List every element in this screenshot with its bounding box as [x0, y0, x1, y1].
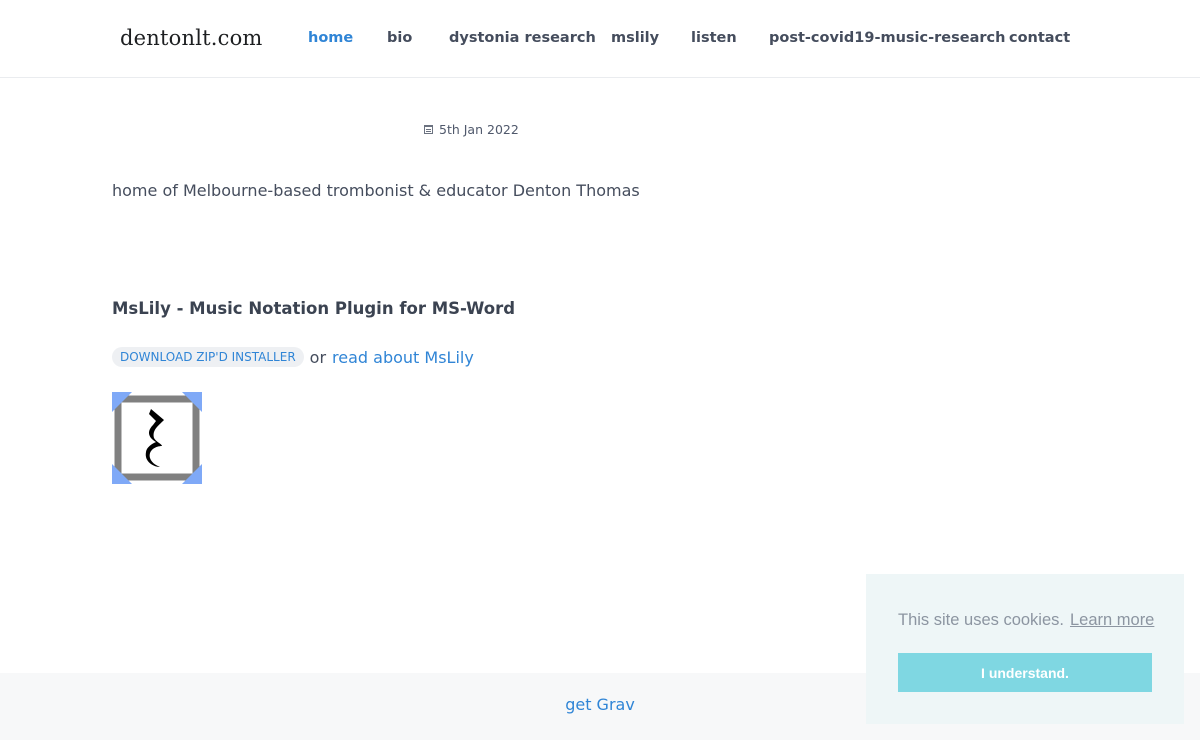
- download-installer-button[interactable]: DOWNLOAD ZIP'D INSTALLER: [112, 347, 304, 367]
- cookie-message-text: This site uses cookies.: [898, 611, 1064, 629]
- nav-dystonia-research[interactable]: dystonia research: [449, 30, 596, 46]
- calendar-icon: [424, 125, 433, 134]
- site-header: dentonlt.com home bio dystonia research …: [0, 0, 1200, 78]
- post-date-text: 5th Jan 2022: [439, 122, 519, 137]
- mslily-logo-icon: [112, 392, 202, 484]
- read-about-mslily-link[interactable]: read about MsLily: [332, 348, 474, 367]
- post-date: 5th Jan 2022: [424, 122, 519, 137]
- nav-post-covid19-music-research[interactable]: post-covid19-music-research: [769, 30, 1005, 46]
- nav-listen[interactable]: listen: [691, 30, 737, 46]
- cookie-accept-button[interactable]: I understand.: [898, 653, 1152, 692]
- main-nav: home bio dystonia research mslily listen…: [0, 30, 1200, 50]
- cookie-learn-more-link[interactable]: Learn more: [1070, 611, 1154, 629]
- nav-bio[interactable]: bio: [387, 30, 412, 46]
- nav-home[interactable]: home: [308, 30, 353, 46]
- nav-mslily[interactable]: mslily: [611, 30, 659, 46]
- download-row: DOWNLOAD ZIP'D INSTALLER or read about M…: [112, 346, 474, 368]
- intro-text: home of Melbourne-based trombonist & edu…: [112, 181, 640, 200]
- cookie-message: This site uses cookies. Learn more: [898, 611, 1154, 630]
- cookie-banner: This site uses cookies. Learn more I unde…: [866, 574, 1184, 724]
- section-title: MsLily - Music Notation Plugin for MS-Wo…: [112, 299, 516, 318]
- or-text: or: [309, 347, 327, 367]
- nav-contact[interactable]: contact: [1009, 30, 1070, 46]
